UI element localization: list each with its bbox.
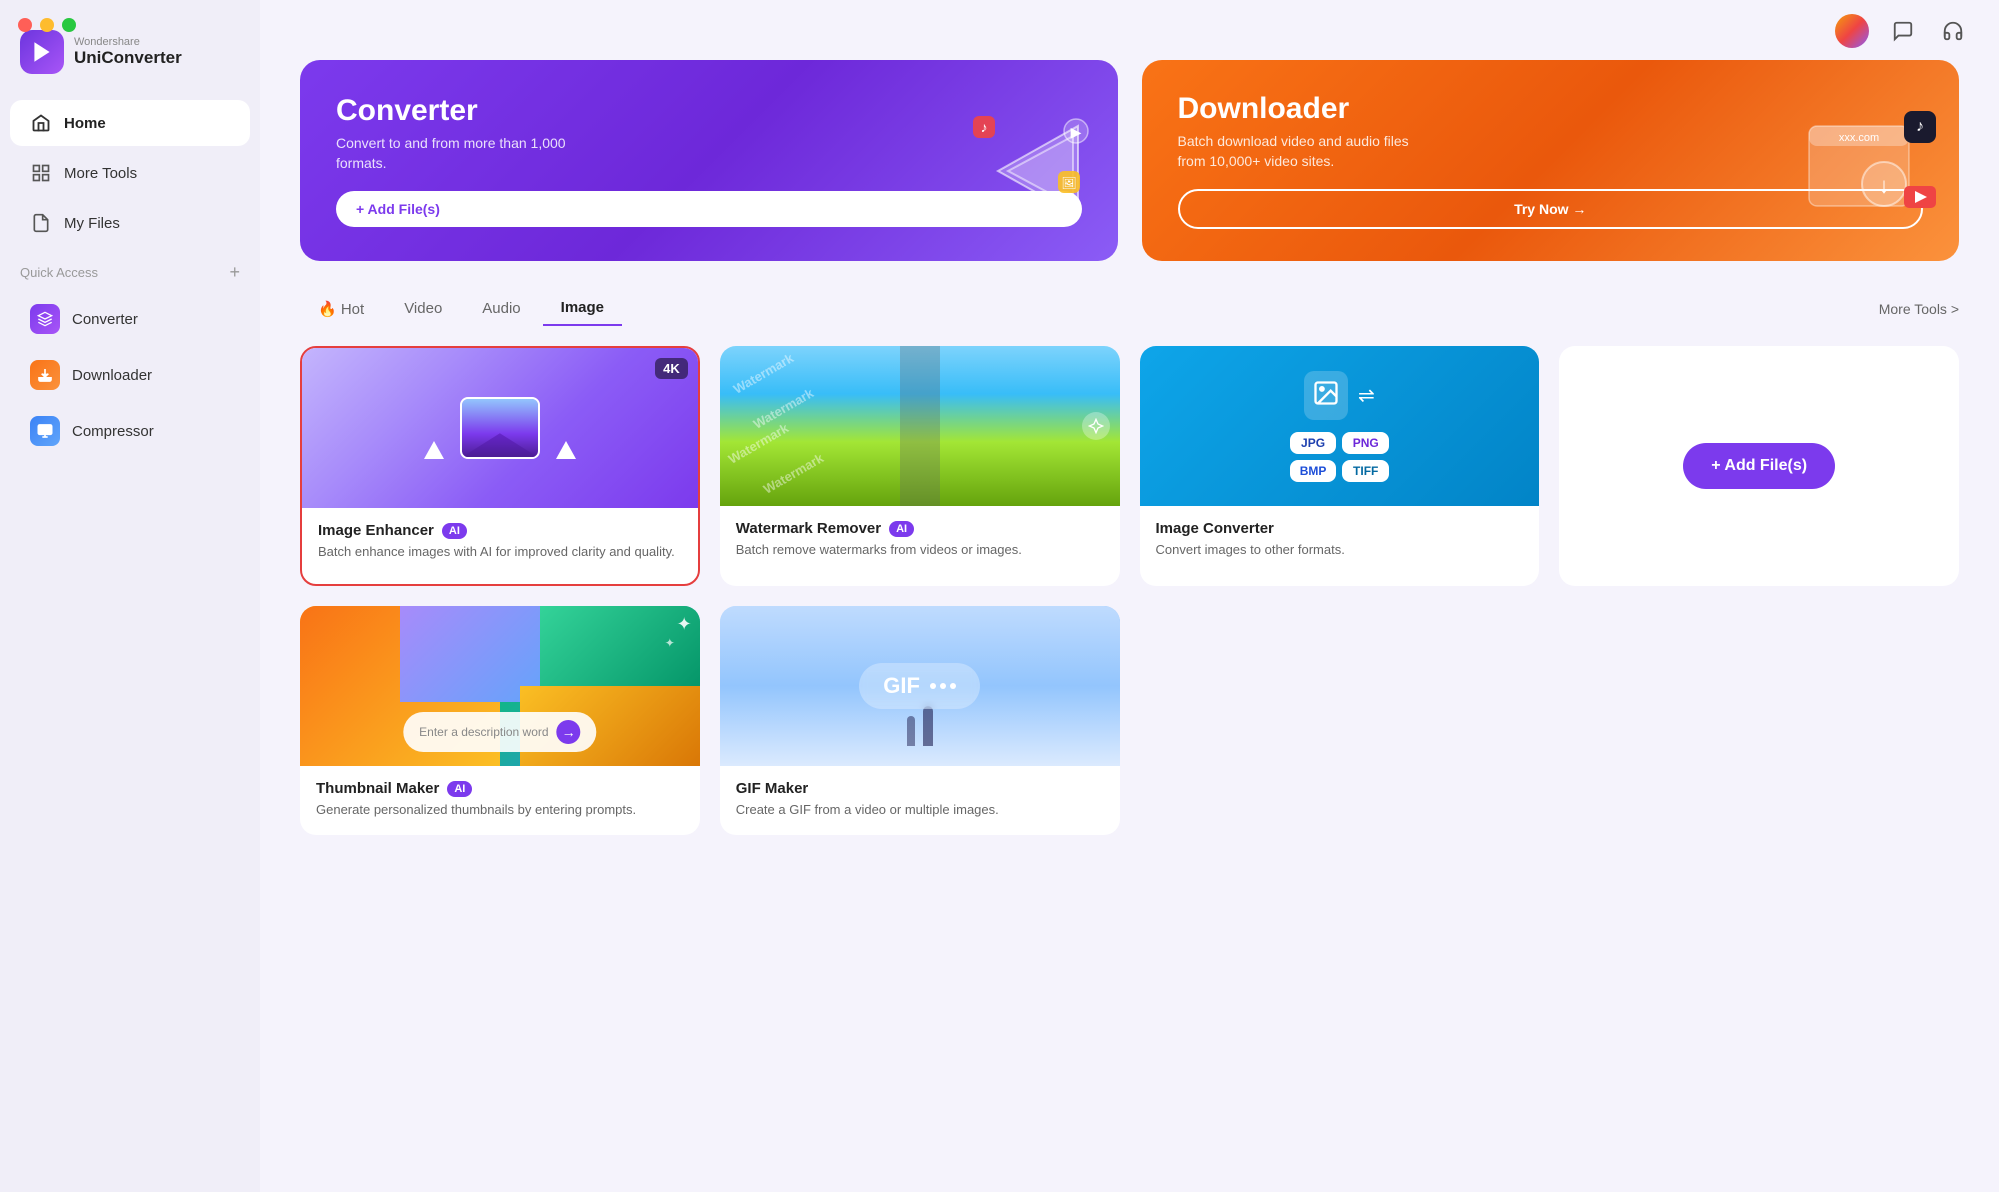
file-icon [30, 212, 52, 234]
format-tiff: TIFF [1342, 460, 1389, 482]
desc-send-icon: → [557, 720, 581, 744]
tool-card-image-converter[interactable]: ⇌ JPG PNG BMP TIFF Image Converter Conve… [1140, 346, 1540, 586]
logo-icon [20, 30, 64, 74]
topbar-right [1835, 14, 1969, 48]
nav-label-more-tools: More Tools [64, 165, 137, 182]
ai-badge-enhancer: AI [442, 523, 467, 539]
desc-placeholder: Enter a description word [419, 725, 548, 739]
gif-loading-dots [930, 683, 956, 689]
quick-access-header: Quick Access + [0, 248, 260, 291]
sidebar-item-downloader[interactable]: Downloader [10, 349, 250, 401]
tool-grid-row2: ✦ ✦ Enter a description word → Thumbnail… [300, 606, 1959, 835]
ai-badge-watermark: AI [889, 521, 914, 537]
close-dot[interactable] [18, 18, 32, 32]
format-png: PNG [1342, 432, 1389, 454]
nav-item-home[interactable]: Home [10, 100, 250, 146]
more-tools-link[interactable]: More Tools > [1879, 301, 1959, 317]
tool-card-gif-maker[interactable]: GIF GIF Maker Create a GIF from a video … [720, 606, 1120, 835]
home-icon [30, 112, 52, 134]
format-jpg: JPG [1290, 432, 1337, 454]
nav-item-more-tools[interactable]: More Tools [10, 150, 250, 196]
tool-card-add-files[interactable]: + Add File(s) [1559, 346, 1959, 586]
window-controls [18, 18, 76, 32]
tool-card-image-enhancer[interactable]: 4K [300, 346, 700, 586]
ai-badge-thumbnail: AI [447, 781, 472, 797]
sidebar-label-downloader: Downloader [72, 367, 152, 384]
sidebar-item-compressor[interactable]: Compressor [10, 405, 250, 457]
tabs: 🔥 Hot Video Audio Image [300, 291, 622, 326]
sidebar-label-compressor: Compressor [72, 423, 154, 440]
tab-hot[interactable]: 🔥 Hot [300, 292, 382, 326]
svg-text:xxx.com: xxx.com [1839, 132, 1879, 144]
svg-text:🖼: 🖼 [1061, 176, 1076, 190]
downloader-banner[interactable]: Downloader Batch download video and audi… [1142, 60, 1960, 261]
main-content: Converter Convert to and from more than … [260, 0, 1999, 1192]
tab-audio[interactable]: Audio [464, 292, 538, 325]
tool-card-desc-thumbnail: Generate personalized thumbnails by ente… [316, 801, 684, 819]
sidebar-label-converter: Converter [72, 311, 138, 328]
tool-card-title-gif: GIF Maker [736, 780, 1104, 797]
converter-banner[interactable]: Converter Convert to and from more than … [300, 60, 1118, 261]
nav-label-home: Home [64, 115, 106, 132]
avatar[interactable] [1835, 14, 1869, 48]
sidebar-item-converter[interactable]: Converter [10, 293, 250, 345]
quick-access-add[interactable]: + [229, 262, 240, 283]
logo-brand: Wondershare [74, 36, 182, 48]
tool-card-body-enhancer: Image Enhancer AI Batch enhance images w… [302, 508, 698, 577]
tool-card-watermark-remover[interactable]: Watermark Watermark Watermark Watermark … [720, 346, 1120, 586]
converter-illustration: ♪ 🖼 ▶ [968, 111, 1088, 211]
tool-card-thumbnail-maker[interactable]: ✦ ✦ Enter a description word → Thumbnail… [300, 606, 700, 835]
tool-card-desc-enhancer: Batch enhance images with AI for improve… [318, 543, 682, 561]
headset-icon[interactable] [1937, 15, 1969, 47]
tool-card-desc-watermark: Batch remove watermarks from videos or i… [736, 541, 1104, 559]
quick-access-label: Quick Access [20, 265, 98, 280]
gif-badge: GIF [859, 663, 980, 709]
converter-banner-desc: Convert to and from more than 1,000 form… [336, 134, 596, 173]
maximize-dot[interactable] [62, 18, 76, 32]
compress-icon [30, 416, 60, 446]
tabs-row: 🔥 Hot Video Audio Image More Tools > [300, 291, 1959, 326]
nav-item-my-files[interactable]: My Files [10, 200, 250, 246]
tool-card-body-watermark: Watermark Remover AI Batch remove waterm… [720, 506, 1120, 575]
tool-card-desc-gif: Create a GIF from a video or multiple im… [736, 801, 1104, 819]
downloader-illustration: xxx.com ↓ ♪ [1799, 106, 1929, 216]
tool-card-title-enhancer: Image Enhancer AI [318, 522, 682, 539]
gif-label: GIF [883, 673, 920, 699]
svg-text:♪: ♪ [1916, 118, 1924, 135]
tool-card-body-thumbnail: Thumbnail Maker AI Generate personalized… [300, 766, 700, 835]
chat-icon[interactable] [1887, 15, 1919, 47]
tool-card-title-watermark: Watermark Remover AI [736, 520, 1104, 537]
hero-banners: Converter Convert to and from more than … [300, 60, 1959, 261]
description-overlay: Enter a description word → [403, 712, 596, 752]
download-icon [30, 360, 60, 390]
badge-4k: 4K [655, 358, 688, 379]
svg-text:▶: ▶ [1070, 124, 1081, 140]
sidebar: Wondershare UniConverter Home More Tools… [0, 0, 260, 1192]
minimize-dot[interactable] [40, 18, 54, 32]
logo-name: UniConverter [74, 48, 182, 68]
converter-icon [30, 304, 60, 334]
tab-image[interactable]: Image [543, 291, 622, 326]
format-bmp: BMP [1290, 460, 1337, 482]
downloader-banner-desc: Batch download video and audio files fro… [1178, 132, 1438, 171]
add-files-large-button[interactable]: + Add File(s) [1683, 443, 1835, 489]
tool-card-title-thumbnail: Thumbnail Maker AI [316, 780, 684, 797]
nav-label-my-files: My Files [64, 215, 120, 232]
svg-text:↓: ↓ [1879, 173, 1890, 198]
tool-grid-row1: 4K [300, 346, 1959, 586]
tool-card-body-gif: GIF Maker Create a GIF from a video or m… [720, 766, 1120, 835]
tool-card-desc-converter-img: Convert images to other formats. [1156, 541, 1524, 559]
svg-text:♪: ♪ [980, 119, 987, 135]
tool-card-title-converter-img: Image Converter [1156, 520, 1524, 537]
grid-icon [30, 162, 52, 184]
logo-text: Wondershare UniConverter [74, 36, 182, 68]
tool-card-body-converter-img: Image Converter Convert images to other … [1140, 506, 1540, 575]
tab-video[interactable]: Video [386, 292, 460, 325]
